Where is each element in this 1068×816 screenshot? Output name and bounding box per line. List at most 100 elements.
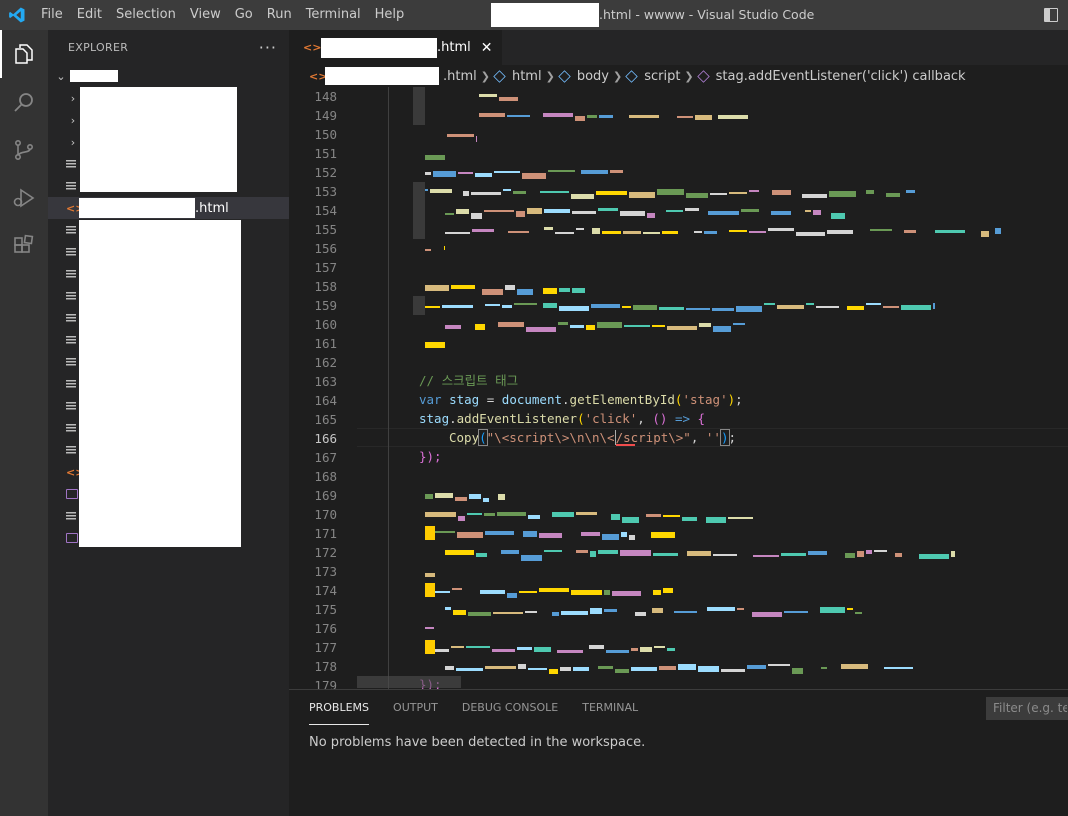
line-number: 164 <box>314 393 337 408</box>
line-number: 148 <box>314 89 337 104</box>
bottom-panel: PROBLEMS OUTPUT DEBUG CONSOLE TERMINAL F… <box>289 689 1068 816</box>
file-icon <box>66 512 76 521</box>
run-debug-icon[interactable] <box>0 174 48 222</box>
obscured-code <box>667 648 675 651</box>
obscured-code <box>479 94 497 97</box>
obscured-code <box>456 668 483 671</box>
line-number: 150 <box>314 127 337 142</box>
tree-item[interactable]: <> .html <box>48 197 289 219</box>
obscured-code <box>596 191 627 195</box>
obscured-code <box>712 308 734 311</box>
obscured-code <box>733 323 745 325</box>
explorer-icon[interactable] <box>0 30 48 78</box>
obscured-code <box>447 134 474 137</box>
obscured-code <box>694 231 702 233</box>
obscured-code <box>768 664 790 666</box>
window-title: .html - wwww - Visual Studio Code <box>491 0 814 30</box>
obscured-code <box>576 512 597 515</box>
menu-go[interactable]: Go <box>228 0 260 30</box>
line-number: 151 <box>314 146 337 161</box>
obscured-code <box>747 665 766 669</box>
breadcrumb-item-html[interactable]: html <box>512 69 542 84</box>
obscured-code <box>507 593 517 598</box>
obscured-code <box>445 550 474 555</box>
menu-view[interactable]: View <box>183 0 228 30</box>
obscured-code <box>612 591 641 596</box>
obscured-code <box>505 285 515 290</box>
code-editor[interactable]: // 스크립트 태그 var stag = document.getElemen… <box>289 87 1068 689</box>
more-actions-icon[interactable]: ··· <box>259 38 277 57</box>
close-icon[interactable]: ✕ <box>481 40 493 56</box>
obscured-code <box>413 87 425 125</box>
obscured-code <box>620 550 651 556</box>
obscured-code <box>729 230 747 232</box>
obscured-code <box>699 323 711 327</box>
obscured-code <box>519 591 537 593</box>
obscured-code <box>622 306 631 308</box>
menu-terminal[interactable]: Terminal <box>299 0 368 30</box>
breadcrumb-item-body[interactable]: body <box>577 69 609 84</box>
menu-run[interactable]: Run <box>260 0 299 30</box>
obscured-code <box>526 327 556 332</box>
obscured-code <box>820 607 845 613</box>
line-number: 159 <box>314 298 337 313</box>
obscured-code <box>485 531 514 535</box>
search-icon[interactable] <box>0 78 48 126</box>
obscured-code <box>425 342 445 348</box>
code-line-163: // 스크립트 태그 <box>419 373 519 388</box>
obscured-code <box>857 551 864 557</box>
file-icon <box>66 160 76 169</box>
tab-output[interactable]: OUTPUT <box>393 690 438 725</box>
obscured-code <box>445 232 470 234</box>
obscured-code <box>777 305 804 309</box>
menu-selection[interactable]: Selection <box>109 0 183 30</box>
breadcrumb-file[interactable]: .html <box>443 69 477 84</box>
obscured-code <box>624 325 650 327</box>
obscured-code <box>829 191 856 197</box>
chevron-right-icon: › <box>70 113 76 127</box>
menu-edit[interactable]: Edit <box>70 0 109 30</box>
line-number: 178 <box>314 659 337 674</box>
sidebar-title: EXPLORER <box>68 41 129 54</box>
tab-problems[interactable]: PROBLEMS <box>309 690 370 725</box>
line-number: 169 <box>314 488 337 503</box>
obscured-code <box>516 211 525 217</box>
obscured-code <box>586 325 595 330</box>
menu-help[interactable]: Help <box>368 0 412 30</box>
obscured-code <box>540 191 569 193</box>
breadcrumb-item-callback[interactable]: stag.addEventListener('click') callback <box>716 69 966 84</box>
obscured-code <box>677 116 693 118</box>
horizontal-scrollbar[interactable] <box>357 676 461 688</box>
obscured-code <box>445 666 454 670</box>
tab-terminal[interactable]: TERMINAL <box>582 690 638 725</box>
obscured-code <box>707 607 735 611</box>
obscured-code <box>544 209 570 213</box>
obscured-code <box>458 516 465 521</box>
obscured-code <box>425 172 431 175</box>
line-number: 163 <box>314 374 337 389</box>
file-icon <box>66 292 76 301</box>
line-number: 157 <box>314 260 337 275</box>
obscured-code <box>575 116 585 121</box>
source-control-icon[interactable] <box>0 126 48 174</box>
obscured-code <box>753 555 779 557</box>
tab-active-html[interactable]: <> .html ✕ <box>289 30 503 65</box>
obscured-code <box>590 551 596 557</box>
obscured-code <box>781 553 806 556</box>
vscode-logo-icon <box>0 0 34 30</box>
problems-filter-input[interactable]: Filter (e.g. text <box>986 697 1068 720</box>
obscured-code <box>764 303 775 305</box>
obscured-code <box>467 513 482 515</box>
redacted-filename <box>325 67 439 85</box>
workspace-root-folder[interactable]: ⌄ <box>48 65 289 87</box>
tab-debug-console[interactable]: DEBUG CONSOLE <box>462 690 558 725</box>
obscured-code <box>591 304 620 308</box>
menu-file[interactable]: File <box>34 0 70 30</box>
breadcrumb-item-script[interactable]: script <box>644 69 680 84</box>
panel-tabs: PROBLEMS OUTPUT DEBUG CONSOLE TERMINAL <box>289 690 1068 725</box>
toggle-sidebar-layout-icon[interactable] <box>1044 8 1058 22</box>
obscured-code <box>610 170 623 173</box>
extensions-icon[interactable] <box>0 222 48 270</box>
redacted-filename <box>79 198 195 218</box>
obscured-code <box>521 555 542 561</box>
